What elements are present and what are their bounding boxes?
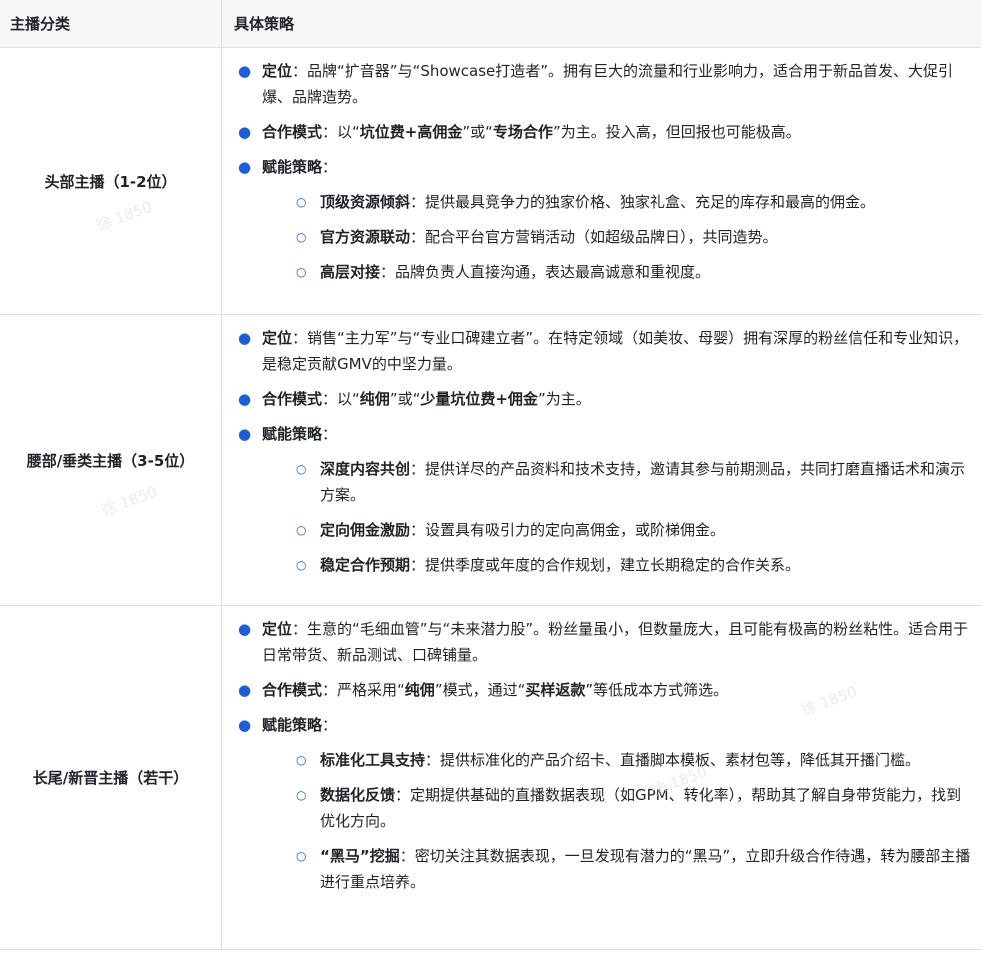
list-item-strategy: ● 赋能策略： ○ 深度内容共创：提供详尽的产品资料和技术支持，邀请其参与前期测品，… <box>234 421 973 578</box>
list-item-strategy: ● 赋能策略： ○ 顶级资源倾斜：提供最具竞争力的独家价格、独家礼盒、充足的库存和最… <box>234 154 973 285</box>
list-item-mode: ● 合作模式：以“坑位费+高佣金”或“专场合作”为主。投入高，但回报也可能极高。 <box>234 119 973 145</box>
bullet-icon: ● <box>238 425 252 443</box>
list-item-strategy: ● 赋能策略： ○ 标准化工具支持：提供标准化的产品介绍卡、直播脚本模板、素材包等，… <box>234 712 973 895</box>
list-item-positioning: ● 定位：品牌“扩音器”与“Showcase打造者”。拥有巨大的流量和行业影响力，… <box>234 58 973 110</box>
circle-bullet-icon: ○ <box>296 462 307 476</box>
list-item-positioning: ● 定位：销售“主力军”与“专业口碑建立者”。在特定领域（如美妆、母婴）拥有深厚的… <box>234 325 973 377</box>
sub-list-item: ○ 稳定合作预期：提供季度或年度的合作规划，建立长期稳定的合作关系。 <box>262 552 973 578</box>
sub-list-item: ○ 定向佣金激励：设置具有吸引力的定向高佣金，或阶梯佣金。 <box>262 517 973 543</box>
strategy-list: ● 定位：销售“主力军”与“专业口碑建立者”。在特定领域（如美妆、母婴）拥有深厚的… <box>234 325 973 578</box>
bullet-icon: ● <box>238 620 252 638</box>
sub-list: ○ 顶级资源倾斜：提供最具竞争力的独家价格、独家礼盒、充足的库存和最高的佣金。 ○… <box>262 189 973 285</box>
sub-list-item: ○ 深度内容共创：提供详尽的产品资料和技术支持，邀请其参与前期测品，共同打磨直播话… <box>262 456 973 508</box>
header-strategy: 具体策略 <box>234 15 295 33</box>
table-header: 主播分类 具体策略 <box>0 0 981 48</box>
row-strategy-cell: ● 定位：品牌“扩音器”与“Showcase打造者”。拥有巨大的流量和行业影响力，… <box>222 48 981 314</box>
circle-bullet-icon: ○ <box>296 230 307 244</box>
circle-bullet-icon: ○ <box>296 558 307 572</box>
list-item-mode: ● 合作模式：以“纯佣”或“少量坑位费+佣金”为主。 <box>234 386 973 412</box>
circle-bullet-icon: ○ <box>296 849 307 863</box>
strategy-list: ● 定位：生意的“毛细血管”与“未来潜力股”。粉丝量虽小，但数量庞大，且可能有极高… <box>234 616 973 895</box>
circle-bullet-icon: ○ <box>296 523 307 537</box>
row-strategy-cell: ● 定位：生意的“毛细血管”与“未来潜力股”。粉丝量虽小，但数量庞大，且可能有极高… <box>222 606 981 949</box>
sub-list-item: ○ 顶级资源倾斜：提供最具竞争力的独家价格、独家礼盒、充足的库存和最高的佣金。 <box>262 189 973 215</box>
bullet-icon: ● <box>238 329 252 347</box>
circle-bullet-icon: ○ <box>296 753 307 767</box>
bullet-icon: ● <box>238 681 252 699</box>
row-category: 长尾/新晋主播（若干） <box>0 606 222 949</box>
sub-list-item: ○ 标准化工具支持：提供标准化的产品介绍卡、直播脚本模板、素材包等，降低其开播门槛… <box>262 747 973 773</box>
bullet-icon: ● <box>238 716 252 734</box>
strategy-list: ● 定位：品牌“扩音器”与“Showcase打造者”。拥有巨大的流量和行业影响力，… <box>234 58 973 285</box>
list-item-mode: ● 合作模式：严格采用“纯佣”模式，通过“买样返款”等低成本方式筛选。 <box>234 677 973 703</box>
bullet-icon: ● <box>238 390 252 408</box>
sub-list-item: ○ “黑马”挖掘：密切关注其数据表现，一旦发现有潜力的“黑马”，立即升级合作待遇，… <box>262 843 973 895</box>
circle-bullet-icon: ○ <box>296 265 307 279</box>
bullet-icon: ● <box>238 158 252 176</box>
sub-list-item: ○ 官方资源联动：配合平台官方营销活动（如超级品牌日），共同造势。 <box>262 224 973 250</box>
header-category: 主播分类 <box>0 0 222 47</box>
sub-list-item: ○ 高层对接：品牌负责人直接沟通，表达最高诚意和重视度。 <box>262 259 973 285</box>
row-strategy-cell: ● 定位：销售“主力军”与“专业口碑建立者”。在特定领域（如美妆、母婴）拥有深厚的… <box>222 315 981 605</box>
bullet-icon: ● <box>238 123 252 141</box>
sub-list: ○ 标准化工具支持：提供标准化的产品介绍卡、直播脚本模板、素材包等，降低其开播门槛… <box>262 747 973 895</box>
table-row: 头部主播（1-2位） ● 定位：品牌“扩音器”与“Showcase打造者”。拥有巨… <box>0 48 981 315</box>
sub-list-item: ○ 数据化反馈：定期提供基础的直播数据表现（如GPM、转化率），帮助其了解自身带货… <box>262 782 973 834</box>
circle-bullet-icon: ○ <box>296 788 307 802</box>
bullet-icon: ● <box>238 62 252 80</box>
row-category: 腰部/垂类主播（3-5位） <box>0 315 222 605</box>
circle-bullet-icon: ○ <box>296 195 307 209</box>
table-row: 腰部/垂类主播（3-5位） ● 定位：销售“主力军”与“专业口碑建立者”。在特定领… <box>0 315 981 606</box>
row-category: 头部主播（1-2位） <box>0 48 222 314</box>
sub-list: ○ 深度内容共创：提供详尽的产品资料和技术支持，邀请其参与前期测品，共同打磨直播话… <box>262 456 973 578</box>
strategy-table: 主播分类 具体策略 头部主播（1-2位） ● 定位：品牌“扩音器”与“Showca… <box>0 0 981 950</box>
table-row: 长尾/新晋主播（若干） ● 定位：生意的“毛细血管”与“未来潜力股”。粉丝量虽小，… <box>0 606 981 950</box>
list-item-positioning: ● 定位：生意的“毛细血管”与“未来潜力股”。粉丝量虽小，但数量庞大，且可能有极高… <box>234 616 973 668</box>
